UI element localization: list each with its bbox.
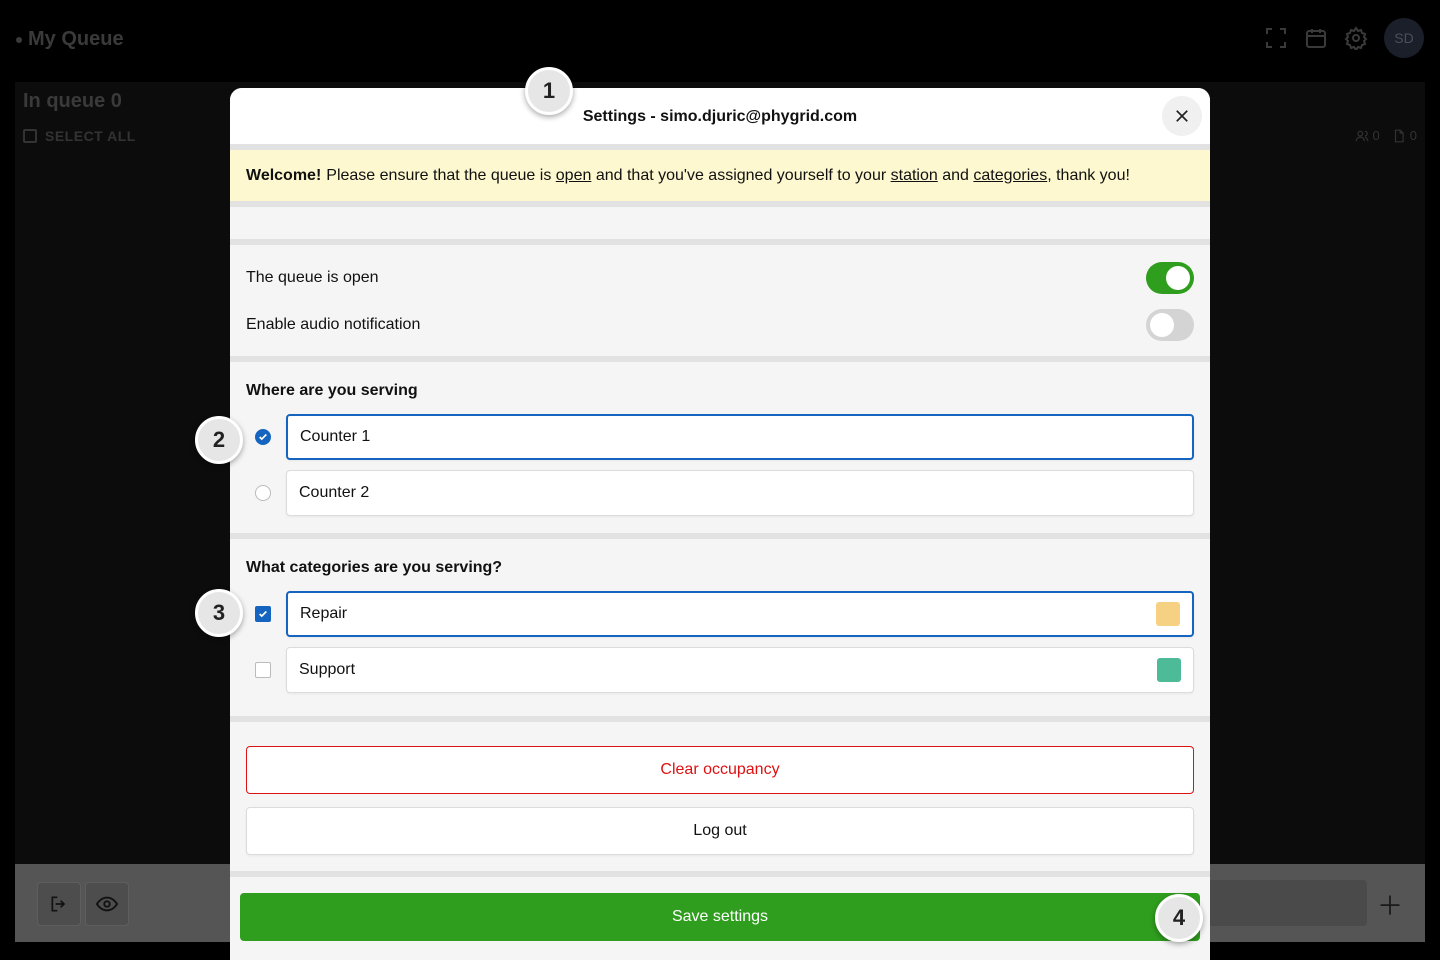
exit-icon: [51, 896, 66, 912]
settings-modal: Settings - simo.djuric@phygrid.com Welco…: [230, 88, 1210, 960]
support-color-swatch: [1157, 658, 1181, 682]
categories-title: What categories are you serving?: [246, 559, 503, 576]
app-title: My Queue: [16, 28, 124, 51]
counter-2-radio[interactable]: [255, 485, 271, 501]
categories-section: What categories are you serving? Repair …: [230, 539, 1210, 716]
counter-2-label: Counter 2: [299, 484, 370, 501]
in-queue-heading: In queue 0: [23, 90, 122, 112]
bottom-input[interactable]: [1195, 880, 1367, 926]
open-link[interactable]: open: [556, 167, 592, 185]
categories-link[interactable]: categories: [973, 167, 1047, 185]
logout-button[interactable]: Log out: [246, 807, 1194, 855]
category-option[interactable]: Support: [246, 647, 1194, 693]
document-icon: [1394, 129, 1404, 142]
step-marker-2: 2: [195, 416, 243, 464]
repair-color-swatch: [1156, 602, 1180, 626]
logout-icon-button[interactable]: [37, 882, 81, 926]
modal-header: Settings - simo.djuric@phygrid.com: [230, 88, 1210, 144]
calendar-icon[interactable]: [1304, 26, 1328, 50]
serving-option[interactable]: Counter 2: [246, 470, 1194, 516]
people-counter: 0: [1355, 128, 1380, 143]
toggles-section: The queue is open Enable audio notificat…: [230, 245, 1210, 356]
spacer: [230, 207, 1210, 239]
people-count: 0: [1372, 128, 1380, 143]
welcome-text-1: Please ensure that the queue is: [326, 166, 552, 184]
toggle-knob: [1150, 313, 1174, 337]
close-icon: [1176, 110, 1188, 122]
save-settings-button[interactable]: Save settings: [240, 893, 1200, 941]
serving-title: Where are you serving: [246, 382, 418, 399]
queue-open-label: The queue is open: [246, 269, 379, 286]
counter-2-option[interactable]: Counter 2: [286, 470, 1194, 516]
add-icon[interactable]: ＋: [1377, 886, 1403, 923]
counter-1-radio[interactable]: [255, 429, 271, 445]
step-marker-1: 1: [525, 67, 573, 115]
check-icon: [259, 433, 267, 441]
docs-count: 0: [1409, 128, 1417, 143]
station-link[interactable]: station: [891, 167, 938, 185]
app-title-text: My Queue: [28, 28, 124, 50]
repair-option[interactable]: Repair: [286, 591, 1194, 637]
audio-notification-label: Enable audio notification: [246, 316, 421, 333]
clear-occupancy-button[interactable]: Clear occupancy: [246, 746, 1194, 794]
fullscreen-icon[interactable]: [1264, 26, 1288, 50]
counter-1-label: Counter 1: [300, 428, 371, 445]
step-marker-3: 3: [195, 589, 243, 637]
modal-title: Settings - simo.djuric@phygrid.com: [582, 108, 858, 125]
queue-open-toggle[interactable]: [1146, 262, 1194, 294]
welcome-text-4: , thank you!: [1047, 166, 1130, 184]
select-all-label: SELECT ALL: [45, 128, 136, 144]
close-button[interactable]: [1162, 96, 1202, 136]
serving-section: Where are you serving Counter 1 Counter …: [230, 362, 1210, 533]
audio-notification-toggle[interactable]: [1146, 309, 1194, 341]
serving-option[interactable]: Counter 1: [246, 414, 1194, 460]
select-all-checkbox[interactable]: [23, 129, 37, 143]
eye-icon: [96, 896, 118, 912]
audio-notification-row: Enable audio notification: [246, 308, 1194, 342]
save-section: Save settings: [230, 877, 1210, 941]
top-icons: SD: [1264, 18, 1424, 58]
welcome-banner: Welcome! Please ensure that the queue is…: [230, 150, 1210, 201]
step-marker-4: 4: [1155, 894, 1203, 942]
counters: 0 0: [1355, 128, 1417, 143]
check-icon: [259, 610, 267, 618]
gear-icon[interactable]: [1344, 26, 1368, 52]
avatar[interactable]: SD: [1384, 18, 1424, 58]
repair-checkbox[interactable]: [255, 606, 271, 622]
category-option[interactable]: Repair: [246, 591, 1194, 637]
top-bar: My Queue SD: [0, 0, 1440, 80]
support-label: Support: [299, 661, 356, 678]
support-checkbox[interactable]: [255, 662, 271, 678]
support-option[interactable]: Support: [286, 647, 1194, 693]
welcome-bold: Welcome!: [246, 166, 322, 184]
status-dot: [16, 36, 22, 43]
visibility-button[interactable]: [85, 882, 129, 926]
counter-1-option[interactable]: Counter 1: [286, 414, 1194, 460]
repair-label: Repair: [300, 605, 348, 622]
select-all[interactable]: SELECT ALL: [23, 128, 136, 144]
docs-counter: 0: [1392, 128, 1417, 143]
actions-section: Clear occupancy Log out: [230, 722, 1210, 871]
toggle-knob: [1166, 266, 1190, 290]
queue-open-row: The queue is open: [246, 261, 1194, 295]
people-icon: [1355, 130, 1368, 141]
welcome-text-2: and that you've assigned yourself to you…: [595, 166, 887, 184]
welcome-text-3: and: [942, 166, 969, 184]
